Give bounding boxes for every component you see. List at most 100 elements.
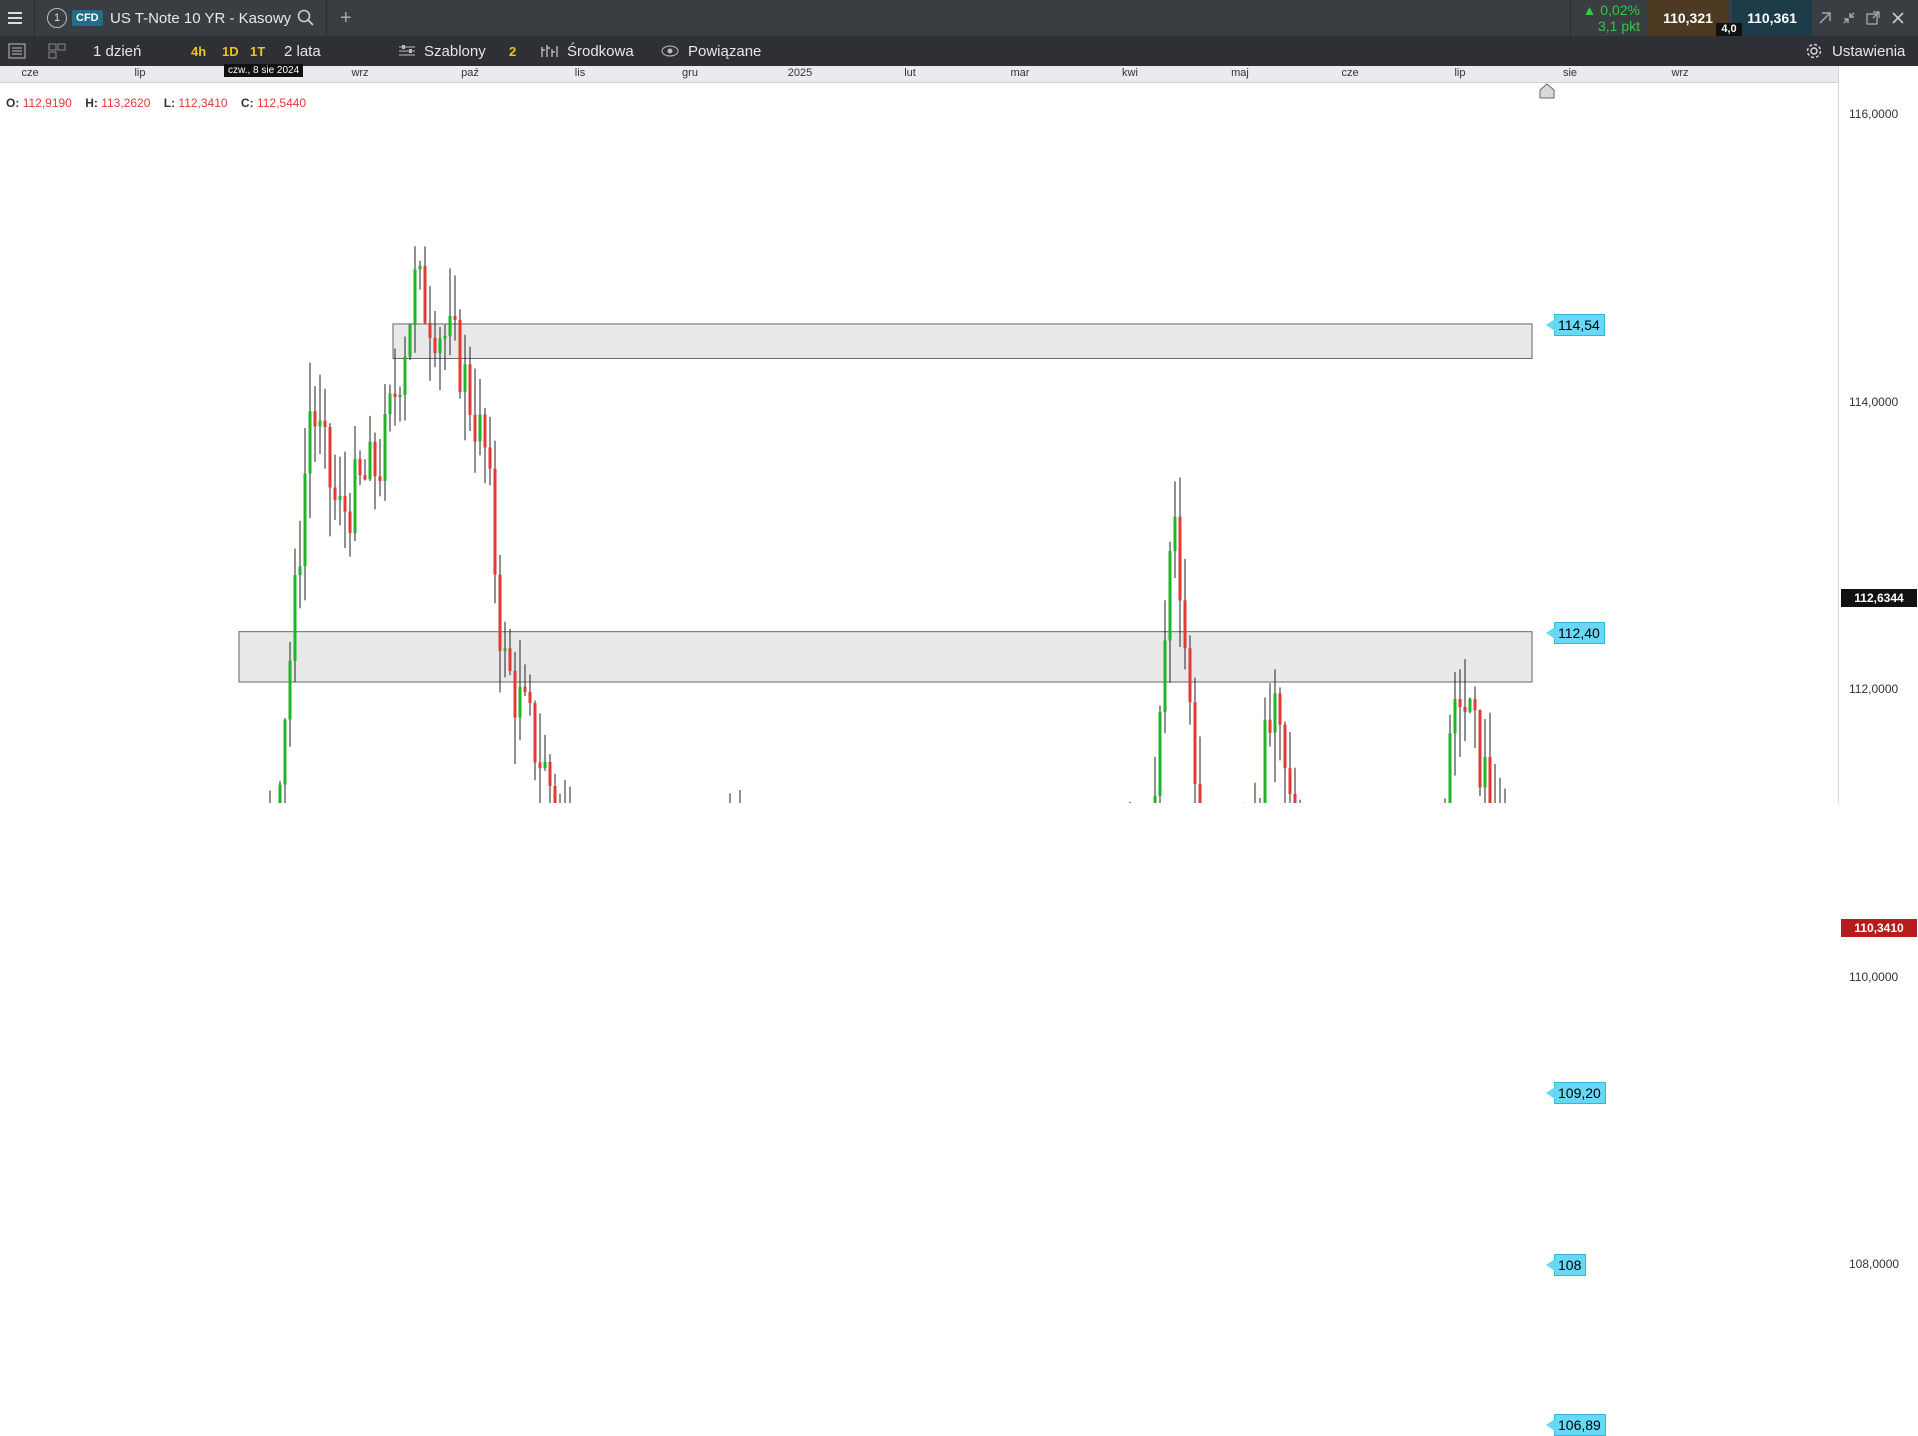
candle-up bbox=[1483, 756, 1487, 788]
candle-up bbox=[1453, 699, 1457, 734]
candle-down bbox=[1488, 756, 1492, 803]
price-axis[interactable]: 116,0000 114,0000 112,0000 110,0000 108,0000… bbox=[1838, 66, 1918, 1271]
candle-up bbox=[543, 762, 547, 769]
candle-down bbox=[1473, 698, 1477, 711]
level-label[interactable]: 112,40 bbox=[1546, 621, 1605, 644]
candle-down bbox=[1288, 768, 1292, 794]
candle-down bbox=[468, 364, 472, 415]
candle-up bbox=[353, 459, 357, 534]
window-number: 1 bbox=[47, 0, 67, 36]
candle-down bbox=[473, 414, 477, 442]
price-tick-label: 114,0000 bbox=[1849, 394, 1899, 409]
candle-up bbox=[283, 719, 287, 785]
candle-down bbox=[493, 468, 497, 575]
candle-up bbox=[383, 414, 387, 481]
search-icon[interactable] bbox=[297, 0, 315, 36]
change-points: 3,1 pkt bbox=[1597, 18, 1640, 34]
candle-up bbox=[1163, 640, 1167, 713]
templates-button[interactable]: Szablony bbox=[424, 36, 486, 66]
add-tab-icon[interactable]: + bbox=[340, 0, 352, 36]
close-icon[interactable] bbox=[1891, 0, 1905, 36]
candle-up bbox=[388, 393, 392, 415]
candle-down bbox=[373, 441, 377, 477]
candle-down bbox=[358, 459, 362, 476]
top-bar: 1 CFD US T-Note 10 YR - Kasowy + ▲ 0,02%… bbox=[0, 0, 1918, 36]
change-percent: ▲ 0,02% bbox=[1582, 2, 1640, 18]
candle-up bbox=[278, 784, 282, 803]
candle-down bbox=[1478, 710, 1482, 788]
indicator-icon[interactable] bbox=[540, 36, 560, 66]
level-zone bbox=[238, 631, 1533, 683]
candle-up bbox=[518, 686, 522, 718]
interval-1d-button[interactable]: 1D bbox=[222, 36, 239, 66]
candle-up bbox=[1448, 733, 1452, 803]
candle-down bbox=[523, 686, 527, 692]
candle-down bbox=[538, 762, 542, 769]
candle-down bbox=[1183, 600, 1187, 649]
settings-button[interactable]: Ustawienia bbox=[1832, 36, 1905, 66]
level-label[interactable]: 109,20 bbox=[1546, 1081, 1606, 1104]
collapse-icon[interactable] bbox=[1842, 0, 1856, 36]
price-tick-label: 112,0000 bbox=[1849, 682, 1899, 697]
candle-down bbox=[553, 786, 557, 803]
candle-down bbox=[1293, 793, 1297, 803]
crosshair-date-label: czw., 8 sie 2024 bbox=[224, 64, 304, 77]
separator bbox=[326, 0, 327, 36]
candle-down bbox=[313, 411, 317, 427]
interval-4h-button[interactable]: 4h bbox=[191, 36, 206, 66]
candle-down bbox=[363, 475, 367, 480]
related-button[interactable]: Powiązane bbox=[688, 36, 761, 66]
resize-arrows-icon[interactable] bbox=[1818, 0, 1832, 36]
interval-1t-button[interactable]: 1T bbox=[250, 36, 265, 66]
candle-down bbox=[513, 670, 517, 718]
candle-up bbox=[293, 575, 297, 661]
level-label[interactable]: 106,89 bbox=[1546, 1414, 1606, 1436]
candle-up bbox=[303, 473, 307, 567]
layout-icon[interactable] bbox=[48, 36, 66, 66]
month-tick-label: lis bbox=[574, 67, 586, 79]
last-price-badge: 110,3410 bbox=[1841, 918, 1917, 937]
candle-up bbox=[288, 660, 292, 720]
candle-up bbox=[1153, 795, 1157, 803]
popout-icon[interactable] bbox=[1866, 0, 1880, 36]
separator bbox=[34, 0, 35, 36]
candle-down bbox=[1193, 702, 1197, 784]
level-label[interactable]: 108 bbox=[1545, 1254, 1587, 1277]
gear-icon[interactable] bbox=[1805, 36, 1823, 66]
candle-down bbox=[328, 427, 332, 488]
eye-icon[interactable] bbox=[661, 36, 679, 66]
candle-up bbox=[1173, 516, 1177, 552]
range-dropdown[interactable]: 2 lata bbox=[284, 36, 321, 66]
candle-up bbox=[308, 411, 312, 474]
candle-down bbox=[1283, 724, 1287, 769]
month-tick-label: kwi bbox=[1122, 67, 1138, 79]
templates-icon[interactable] bbox=[398, 36, 416, 66]
candle-down bbox=[343, 496, 347, 512]
candle-up bbox=[1168, 551, 1172, 641]
candle-up bbox=[418, 265, 422, 270]
candle-up bbox=[408, 324, 412, 357]
instrument-name[interactable]: US T-Note 10 YR - Kasowy bbox=[110, 0, 291, 36]
candle-up bbox=[298, 566, 302, 576]
instrument-type-badge: CFD bbox=[72, 0, 103, 36]
month-tick-label: cze bbox=[1341, 67, 1359, 79]
separator bbox=[1570, 0, 1571, 36]
price-tick-label: 108,0000 bbox=[1849, 1257, 1900, 1272]
candle-up bbox=[338, 496, 342, 501]
list-icon[interactable] bbox=[8, 36, 26, 66]
level-label[interactable]: 114,54 bbox=[1546, 313, 1605, 336]
price-chart[interactable] bbox=[0, 82, 1838, 803]
month-tick-label: lut bbox=[904, 67, 916, 79]
crosshair-price-badge: 112,6344 bbox=[1841, 588, 1917, 607]
candle-down bbox=[1268, 719, 1272, 733]
candle-up bbox=[413, 269, 417, 325]
interval-dropdown[interactable]: 1 dzień bbox=[93, 36, 141, 66]
candle-up bbox=[478, 414, 482, 442]
menu-icon[interactable] bbox=[8, 0, 24, 36]
price-change: ▲ 0,02% 3,1 pkt bbox=[1578, 0, 1640, 36]
chart-toolbar: 1 dzień 4h 1D 1T 2 lata Szablony 2 Środk… bbox=[0, 36, 1918, 66]
candle-up bbox=[1468, 698, 1472, 712]
indicator-button[interactable]: Środkowa bbox=[567, 36, 634, 66]
month-tick-label: paź bbox=[461, 67, 479, 79]
ask-price[interactable]: 110,361 bbox=[1732, 0, 1812, 36]
